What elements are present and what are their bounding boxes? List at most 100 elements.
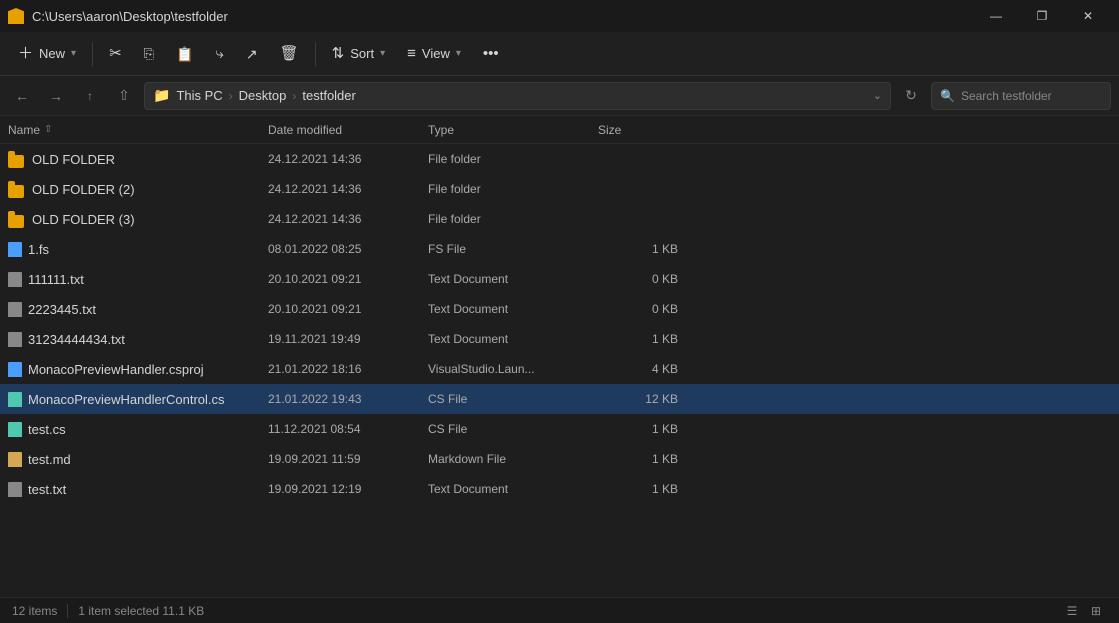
file-icon <box>8 242 22 257</box>
refresh-button[interactable]: ↻ <box>897 82 925 110</box>
table-row[interactable]: 1.fs 08.01.2022 08:25 FS File 1 KB <box>0 234 1119 264</box>
table-row[interactable]: test.cs 11.12.2021 08:54 CS File 1 KB <box>0 414 1119 444</box>
file-name: OLD FOLDER (3) <box>8 210 268 228</box>
file-icon <box>8 482 22 497</box>
file-size: 1 KB <box>598 242 678 256</box>
file-date: 19.11.2021 19:49 <box>268 332 428 346</box>
folder-icon <box>8 8 24 24</box>
more-button[interactable]: ••• <box>473 37 509 71</box>
folder-icon <box>8 180 26 198</box>
file-type: File folder <box>428 212 598 226</box>
status-divider <box>67 604 68 618</box>
file-date: 19.09.2021 12:19 <box>268 482 428 496</box>
file-name: test.txt <box>8 481 268 497</box>
cut-icon: ✂ <box>109 46 122 61</box>
table-row[interactable]: 111111.txt 20.10.2021 09:21 Text Documen… <box>0 264 1119 294</box>
new-dropdown-arrow: ▾ <box>71 48 76 59</box>
title-bar: C:\Users\aaron\Desktop\testfolder — ❐ ✕ <box>0 0 1119 32</box>
new-icon: ＋ <box>18 46 33 61</box>
table-row[interactable]: 2223445.txt 20.10.2021 09:21 Text Docume… <box>0 294 1119 324</box>
col-header-name[interactable]: Name ⇧ <box>8 123 268 137</box>
view-icons: ☰ ⊞ <box>1061 600 1107 622</box>
file-icon <box>8 272 22 287</box>
cut-button[interactable]: ✂ <box>99 37 132 71</box>
copy-button[interactable]: ⎘ <box>134 37 164 71</box>
col-header-date[interactable]: Date modified <box>268 123 428 137</box>
search-box[interactable]: 🔍 Search testfolder <box>931 82 1111 110</box>
minimize-button[interactable]: — <box>973 0 1019 32</box>
table-row[interactable]: 31234444434.txt 19.11.2021 19:49 Text Do… <box>0 324 1119 354</box>
address-dropdown-arrow[interactable]: ⌄ <box>873 89 882 102</box>
file-icon <box>8 452 22 467</box>
file-type: Text Document <box>428 482 598 496</box>
table-row[interactable]: test.txt 19.09.2021 12:19 Text Document … <box>0 474 1119 504</box>
title-path: C:\Users\aaron\Desktop\testfolder <box>32 9 228 24</box>
new-label: New <box>39 46 65 61</box>
table-row[interactable]: test.md 19.09.2021 11:59 Markdown File 1… <box>0 444 1119 474</box>
share-button[interactable]: ↗ <box>236 37 268 71</box>
breadcrumb-sep-1: › <box>229 89 233 103</box>
item-count: 12 items <box>12 604 57 618</box>
grid-view-button[interactable]: ⊞ <box>1085 600 1107 622</box>
sort-icon: ⇅ <box>332 46 345 61</box>
move-icon: ⤷ <box>215 46 223 61</box>
file-icon <box>8 332 22 347</box>
file-name: 31234444434.txt <box>8 331 268 347</box>
delete-button[interactable]: 🗑 <box>270 37 309 71</box>
move-button[interactable]: ⤷ <box>205 37 233 71</box>
maximize-button[interactable]: ❐ <box>1019 0 1065 32</box>
window-controls: — ❐ ✕ <box>973 0 1111 32</box>
paste-button[interactable]: 📋 <box>166 37 203 71</box>
breadcrumb-sep-2: › <box>292 89 296 103</box>
file-name: test.cs <box>8 421 268 437</box>
file-size: 1 KB <box>598 482 678 496</box>
list-view-button[interactable]: ☰ <box>1061 600 1083 622</box>
table-row[interactable]: OLD FOLDER 24.12.2021 14:36 File folder <box>0 144 1119 174</box>
toolbar-sep-1 <box>92 42 93 66</box>
table-row[interactable]: OLD FOLDER (3) 24.12.2021 14:36 File fol… <box>0 204 1119 234</box>
table-row[interactable]: OLD FOLDER (2) 24.12.2021 14:36 File fol… <box>0 174 1119 204</box>
toolbar: ＋ New ▾ ✂ ⎘ 📋 ⤷ ↗ 🗑 ⇅ Sort ▾ ≡ <box>0 32 1119 76</box>
file-type: Text Document <box>428 272 598 286</box>
file-date: 08.01.2022 08:25 <box>268 242 428 256</box>
folder-icon <box>8 150 26 168</box>
table-row[interactable]: MonacoPreviewHandler.csproj 21.01.2022 1… <box>0 354 1119 384</box>
status-bar: 12 items 1 item selected 11.1 KB ☰ ⊞ <box>0 597 1119 623</box>
file-date: 24.12.2021 14:36 <box>268 152 428 166</box>
delete-icon: 🗑 <box>280 46 299 61</box>
breadcrumb-this-pc: This PC <box>176 88 222 103</box>
file-size: 4 KB <box>598 362 678 376</box>
up-dir-button[interactable]: ⇧ <box>110 82 138 110</box>
file-type: VisualStudio.Laun... <box>428 362 598 376</box>
address-bar[interactable]: 📁 This PC › Desktop › testfolder ⌄ <box>144 82 891 110</box>
file-name: MonacoPreviewHandler.csproj <box>8 361 268 377</box>
file-type: File folder <box>428 152 598 166</box>
view-dropdown-arrow: ▾ <box>456 48 461 59</box>
file-size: 12 KB <box>598 392 678 406</box>
table-row[interactable]: MonacoPreviewHandlerControl.cs 21.01.202… <box>0 384 1119 414</box>
file-date: 20.10.2021 09:21 <box>268 302 428 316</box>
view-button[interactable]: ≡ View ▾ <box>397 37 471 71</box>
file-icon <box>8 422 22 437</box>
forward-button[interactable]: → <box>42 82 70 110</box>
file-date: 19.09.2021 11:59 <box>268 452 428 466</box>
address-bar-row: ← → ↑ ⇧ 📁 This PC › Desktop › testfolder… <box>0 76 1119 116</box>
file-name: test.md <box>8 451 268 467</box>
breadcrumb-desktop: Desktop <box>239 88 287 103</box>
folder-icon <box>8 210 26 228</box>
file-size: 0 KB <box>598 302 678 316</box>
breadcrumb-testfolder: testfolder <box>302 88 355 103</box>
folder-breadcrumb-icon: 📁 <box>153 87 170 104</box>
up-button[interactable]: ↑ <box>76 82 104 110</box>
close-button[interactable]: ✕ <box>1065 0 1111 32</box>
new-button[interactable]: ＋ New ▾ <box>8 37 86 71</box>
col-header-size[interactable]: Size <box>598 123 678 137</box>
sort-button[interactable]: ⇅ Sort ▾ <box>322 37 395 71</box>
col-header-type[interactable]: Type <box>428 123 598 137</box>
file-date: 11.12.2021 08:54 <box>268 422 428 436</box>
file-size: 0 KB <box>598 272 678 286</box>
grid-view-icon: ⊞ <box>1091 604 1101 618</box>
back-button[interactable]: ← <box>8 82 36 110</box>
file-icon <box>8 392 22 407</box>
file-area: Name ⇧ Date modified Type Size OLD FOLDE… <box>0 116 1119 597</box>
